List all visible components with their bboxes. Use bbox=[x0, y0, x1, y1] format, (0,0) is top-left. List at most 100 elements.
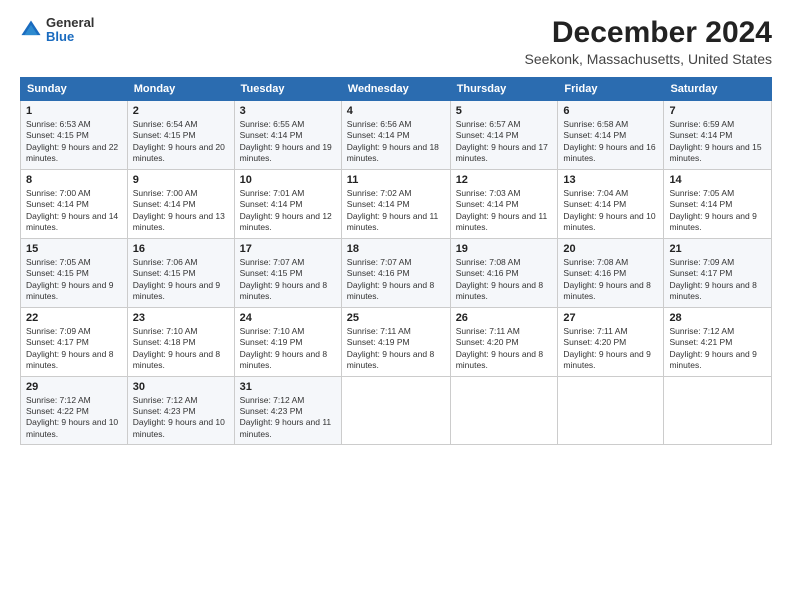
header-day-saturday: Saturday bbox=[664, 78, 772, 101]
cell-day-number: 26 bbox=[456, 312, 553, 324]
cell-info: Sunrise: 7:11 AM Sunset: 4:20 PM Dayligh… bbox=[456, 326, 553, 372]
cell-info: Sunrise: 7:12 AM Sunset: 4:22 PM Dayligh… bbox=[26, 395, 122, 441]
cell-info: Sunrise: 7:11 AM Sunset: 4:20 PM Dayligh… bbox=[563, 326, 658, 372]
page: General Blue December 2024 Seekonk, Mass… bbox=[0, 0, 792, 612]
calendar-cell: 14Sunrise: 7:05 AM Sunset: 4:14 PM Dayli… bbox=[664, 169, 772, 238]
cell-info: Sunrise: 7:07 AM Sunset: 4:16 PM Dayligh… bbox=[347, 257, 445, 303]
cell-day-number: 19 bbox=[456, 243, 553, 255]
calendar-cell: 4 Sunrise: 6:56 AM Sunset: 4:14 PM Daylig… bbox=[341, 101, 450, 170]
cell-info: Sunrise: 7:11 AM Sunset: 4:19 PM Dayligh… bbox=[347, 326, 445, 372]
header-day-friday: Friday bbox=[558, 78, 664, 101]
cell-info: Sunrise: 7:10 AM Sunset: 4:18 PM Dayligh… bbox=[133, 326, 229, 372]
cell-day-number: 17 bbox=[240, 243, 336, 255]
cell-day-number: 5 bbox=[456, 105, 553, 117]
cell-day-number: 23 bbox=[133, 312, 229, 324]
cell-info: Sunrise: 7:12 AM Sunset: 4:23 PM Dayligh… bbox=[240, 395, 336, 441]
calendar-cell: 1Sunrise: 6:53 AM Sunset: 4:15 PM Daylig… bbox=[21, 101, 128, 170]
calendar-week-row: 8 Sunrise: 7:00 AM Sunset: 4:14 PM Daylig… bbox=[21, 169, 772, 238]
logo-general-text: General bbox=[46, 16, 94, 30]
calendar-cell: 13 Sunrise: 7:04 AM Sunset: 4:14 PM Dayli… bbox=[558, 169, 664, 238]
cell-day-number: 10 bbox=[240, 174, 336, 186]
logo-blue-text: Blue bbox=[46, 30, 94, 44]
calendar-week-row: 29 Sunrise: 7:12 AM Sunset: 4:22 PM Dayli… bbox=[21, 376, 772, 445]
cell-info: Sunrise: 7:04 AM Sunset: 4:14 PM Dayligh… bbox=[563, 188, 658, 234]
calendar-cell: 21Sunrise: 7:09 AM Sunset: 4:17 PM Dayli… bbox=[664, 238, 772, 307]
calendar-cell: 11 Sunrise: 7:02 AM Sunset: 4:14 PM Dayli… bbox=[341, 169, 450, 238]
cell-info: Sunrise: 7:02 AM Sunset: 4:14 PM Dayligh… bbox=[347, 188, 445, 234]
cell-info: Sunrise: 7:12 AM Sunset: 4:23 PM Dayligh… bbox=[133, 395, 229, 441]
calendar-cell: 16 Sunrise: 7:06 AM Sunset: 4:15 PM Dayli… bbox=[127, 238, 234, 307]
main-title: December 2024 bbox=[525, 16, 772, 49]
cell-info: Sunrise: 7:06 AM Sunset: 4:15 PM Dayligh… bbox=[133, 257, 229, 303]
cell-info: Sunrise: 6:56 AM Sunset: 4:14 PM Dayligh… bbox=[347, 119, 445, 165]
cell-day-number: 9 bbox=[133, 174, 229, 186]
logo: General Blue bbox=[20, 16, 94, 45]
subtitle: Seekonk, Massachusetts, United States bbox=[525, 51, 772, 67]
cell-day-number: 27 bbox=[563, 312, 658, 324]
calendar-cell: 30 Sunrise: 7:12 AM Sunset: 4:23 PM Dayli… bbox=[127, 376, 234, 445]
cell-info: Sunrise: 7:12 AM Sunset: 4:21 PM Dayligh… bbox=[669, 326, 766, 372]
calendar-cell: 28 Sunrise: 7:12 AM Sunset: 4:21 PM Dayli… bbox=[664, 307, 772, 376]
calendar-cell: 5 Sunrise: 6:57 AM Sunset: 4:14 PM Daylig… bbox=[450, 101, 558, 170]
calendar-week-row: 15 Sunrise: 7:05 AM Sunset: 4:15 PM Dayli… bbox=[21, 238, 772, 307]
calendar-cell bbox=[341, 376, 450, 445]
cell-day-number: 18 bbox=[347, 243, 445, 255]
cell-day-number: 12 bbox=[456, 174, 553, 186]
calendar-cell: 29 Sunrise: 7:12 AM Sunset: 4:22 PM Dayli… bbox=[21, 376, 128, 445]
cell-day-number: 1 bbox=[26, 105, 122, 117]
cell-day-number: 25 bbox=[347, 312, 445, 324]
calendar-cell: 12Sunrise: 7:03 AM Sunset: 4:14 PM Dayli… bbox=[450, 169, 558, 238]
calendar-cell: 19 Sunrise: 7:08 AM Sunset: 4:16 PM Dayli… bbox=[450, 238, 558, 307]
cell-info: Sunrise: 7:07 AM Sunset: 4:15 PM Dayligh… bbox=[240, 257, 336, 303]
cell-day-number: 3 bbox=[240, 105, 336, 117]
cell-day-number: 4 bbox=[347, 105, 445, 117]
cell-info: Sunrise: 7:08 AM Sunset: 4:16 PM Dayligh… bbox=[456, 257, 553, 303]
calendar-cell: 9Sunrise: 7:00 AM Sunset: 4:14 PM Daylig… bbox=[127, 169, 234, 238]
cell-info: Sunrise: 7:00 AM Sunset: 4:14 PM Dayligh… bbox=[26, 188, 122, 234]
calendar-cell bbox=[558, 376, 664, 445]
logo-icon bbox=[20, 19, 42, 41]
cell-day-number: 31 bbox=[240, 381, 336, 393]
header-day-tuesday: Tuesday bbox=[234, 78, 341, 101]
cell-day-number: 30 bbox=[133, 381, 229, 393]
cell-info: Sunrise: 7:01 AM Sunset: 4:14 PM Dayligh… bbox=[240, 188, 336, 234]
calendar-cell: 26 Sunrise: 7:11 AM Sunset: 4:20 PM Dayli… bbox=[450, 307, 558, 376]
calendar-cell: 31 Sunrise: 7:12 AM Sunset: 4:23 PM Dayli… bbox=[234, 376, 341, 445]
cell-day-number: 29 bbox=[26, 381, 122, 393]
calendar-cell: 6 Sunrise: 6:58 AM Sunset: 4:14 PM Daylig… bbox=[558, 101, 664, 170]
calendar-table: SundayMondayTuesdayWednesdayThursdayFrid… bbox=[20, 77, 772, 445]
cell-day-number: 11 bbox=[347, 174, 445, 186]
calendar-cell: 25 Sunrise: 7:11 AM Sunset: 4:19 PM Dayli… bbox=[341, 307, 450, 376]
cell-day-number: 2 bbox=[133, 105, 229, 117]
cell-info: Sunrise: 7:05 AM Sunset: 4:15 PM Dayligh… bbox=[26, 257, 122, 303]
cell-day-number: 6 bbox=[563, 105, 658, 117]
cell-info: Sunrise: 6:59 AM Sunset: 4:14 PM Dayligh… bbox=[669, 119, 766, 165]
calendar-week-row: 22 Sunrise: 7:09 AM Sunset: 4:17 PM Dayli… bbox=[21, 307, 772, 376]
cell-day-number: 24 bbox=[240, 312, 336, 324]
cell-info: Sunrise: 6:58 AM Sunset: 4:14 PM Dayligh… bbox=[563, 119, 658, 165]
calendar-cell: 23 Sunrise: 7:10 AM Sunset: 4:18 PM Dayli… bbox=[127, 307, 234, 376]
calendar-cell: 2Sunrise: 6:54 AM Sunset: 4:15 PM Daylig… bbox=[127, 101, 234, 170]
calendar-cell: 3Sunrise: 6:55 AM Sunset: 4:14 PM Daylig… bbox=[234, 101, 341, 170]
header-day-thursday: Thursday bbox=[450, 78, 558, 101]
header-day-wednesday: Wednesday bbox=[341, 78, 450, 101]
cell-day-number: 15 bbox=[26, 243, 122, 255]
cell-day-number: 8 bbox=[26, 174, 122, 186]
header-day-sunday: Sunday bbox=[21, 78, 128, 101]
logo-text: General Blue bbox=[46, 16, 94, 45]
cell-day-number: 28 bbox=[669, 312, 766, 324]
cell-day-number: 13 bbox=[563, 174, 658, 186]
calendar-cell: 22 Sunrise: 7:09 AM Sunset: 4:17 PM Dayli… bbox=[21, 307, 128, 376]
cell-info: Sunrise: 7:08 AM Sunset: 4:16 PM Dayligh… bbox=[563, 257, 658, 303]
title-block: December 2024 Seekonk, Massachusetts, Un… bbox=[525, 16, 772, 67]
cell-info: Sunrise: 6:57 AM Sunset: 4:14 PM Dayligh… bbox=[456, 119, 553, 165]
cell-info: Sunrise: 7:09 AM Sunset: 4:17 PM Dayligh… bbox=[26, 326, 122, 372]
cell-day-number: 14 bbox=[669, 174, 766, 186]
calendar-header-row: SundayMondayTuesdayWednesdayThursdayFrid… bbox=[21, 78, 772, 101]
header: General Blue December 2024 Seekonk, Mass… bbox=[20, 16, 772, 67]
cell-day-number: 22 bbox=[26, 312, 122, 324]
calendar-cell: 7Sunrise: 6:59 AM Sunset: 4:14 PM Daylig… bbox=[664, 101, 772, 170]
cell-day-number: 16 bbox=[133, 243, 229, 255]
header-day-monday: Monday bbox=[127, 78, 234, 101]
calendar-cell bbox=[664, 376, 772, 445]
